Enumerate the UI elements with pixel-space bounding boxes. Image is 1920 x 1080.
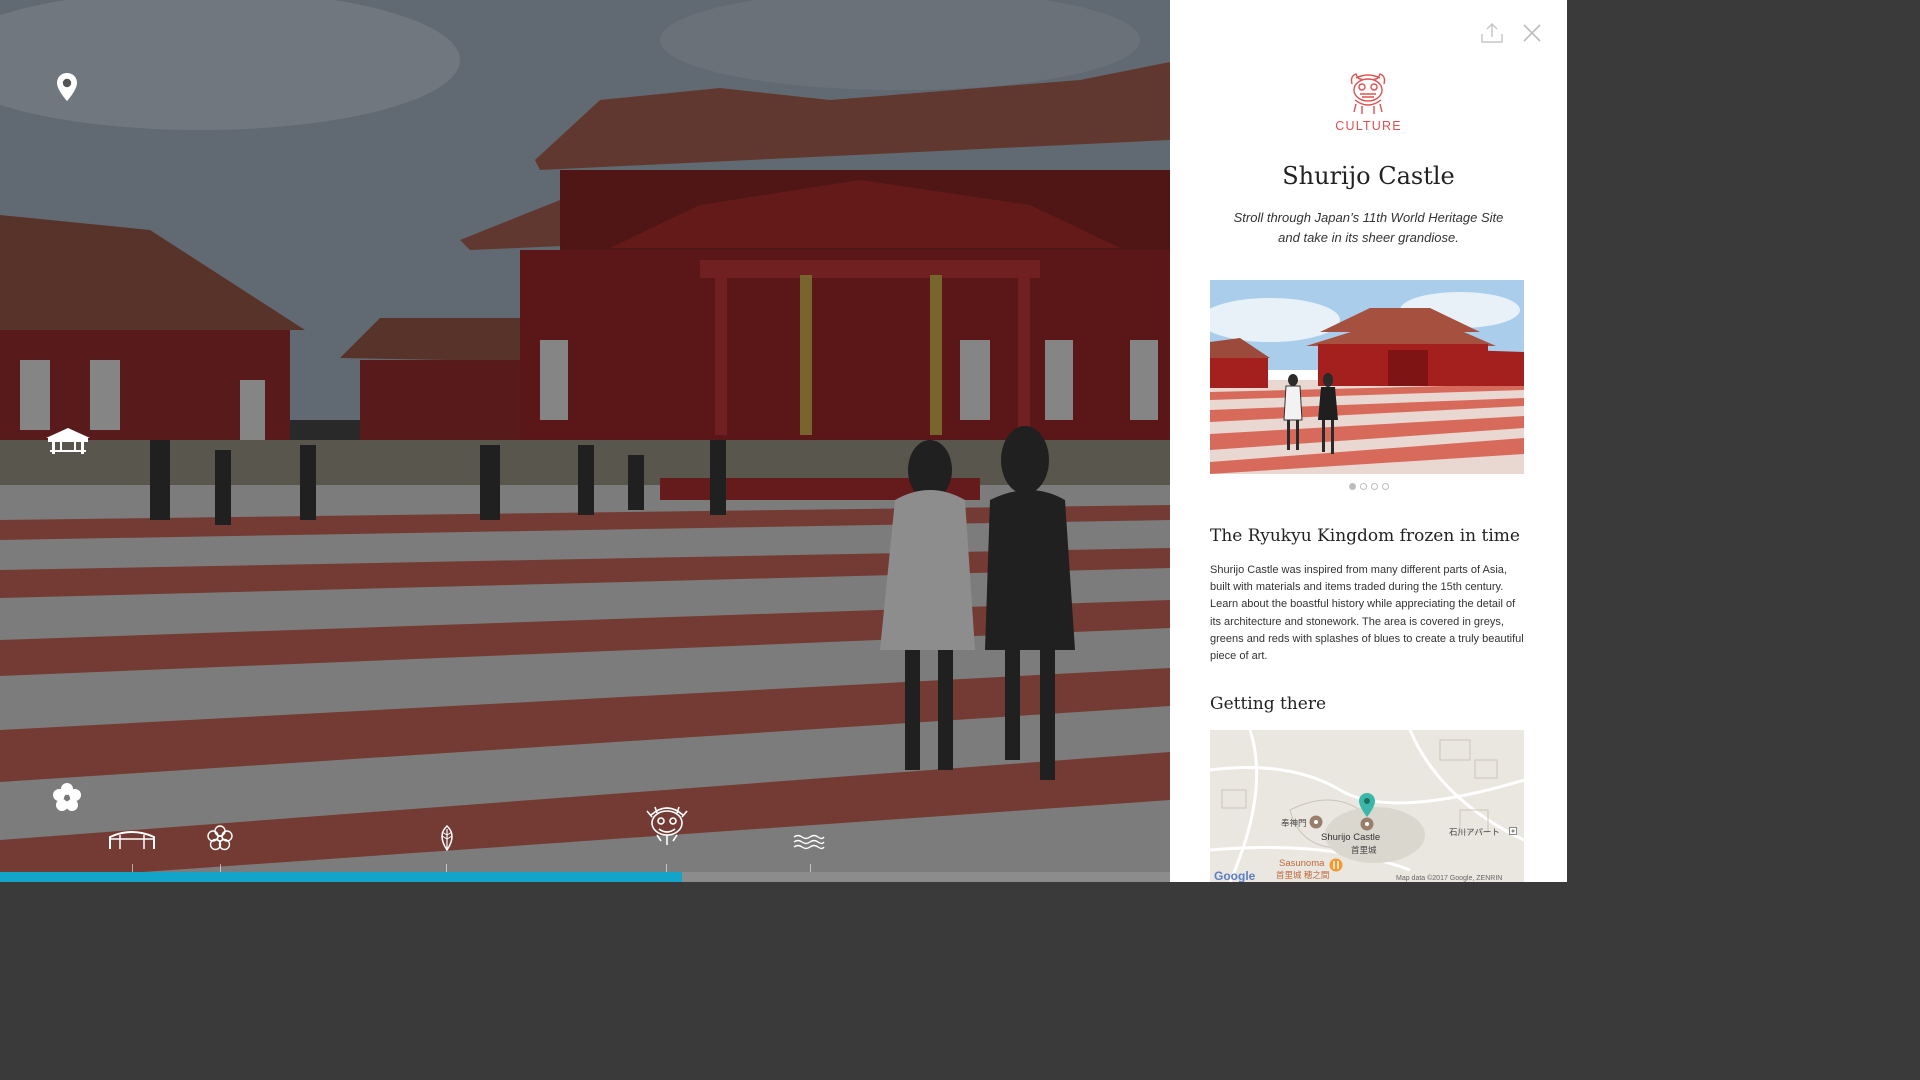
scene-view xyxy=(0,0,1170,882)
flower-icon[interactable] xyxy=(207,825,233,856)
map-label-castle-en: Shurijo Castle xyxy=(1321,832,1381,843)
share-icon[interactable] xyxy=(1480,22,1504,44)
map-label-restaurant-en: Sasunoma xyxy=(1279,858,1325,869)
bridge-icon[interactable] xyxy=(108,829,156,856)
building-poi-icon xyxy=(1509,827,1517,835)
timeline-tick xyxy=(132,864,133,872)
timeline-tick xyxy=(810,864,811,872)
place-subtitle: Stroll through Japan’s 11th World Herita… xyxy=(1233,210,1504,245)
gallery-photo[interactable] xyxy=(1210,280,1524,474)
pavilion-icon[interactable] xyxy=(44,426,92,456)
google-logo: Google xyxy=(1214,869,1256,882)
map-label-castle-jp: 首里城 xyxy=(1351,845,1377,855)
waves-icon[interactable] xyxy=(793,833,825,856)
shisa-lion-icon xyxy=(1346,70,1390,116)
leaf-icon[interactable] xyxy=(437,824,457,856)
gallery-dot[interactable] xyxy=(1370,483,1378,490)
hibiscus-icon[interactable] xyxy=(53,783,81,811)
category-label: CULTURE xyxy=(1335,119,1402,133)
timeline-progress-track[interactable] xyxy=(0,872,1170,882)
map-label-apartment: 石川アパート xyxy=(1449,827,1500,837)
timeline-progress-fill xyxy=(0,872,683,882)
section-body: Shurijo Castle was inspired from many di… xyxy=(1210,564,1524,663)
gallery-dot[interactable] xyxy=(1381,483,1389,490)
map-attribution: Map data ©2017 Google, ZENRIN xyxy=(1396,875,1503,882)
map-marker-icon[interactable] xyxy=(1358,792,1376,818)
section-heading: The Ryukyu Kingdom frozen in time xyxy=(1210,526,1520,546)
map-label-restaurant-jp: 首里城 穂之間 xyxy=(1276,870,1330,880)
location-pin-icon[interactable] xyxy=(55,72,79,102)
gallery-pagination xyxy=(1170,483,1567,490)
restaurant-poi-icon[interactable] xyxy=(1329,858,1343,872)
place-title: Shurijo Castle xyxy=(1282,162,1455,190)
gate-poi-icon[interactable] xyxy=(1309,815,1323,829)
getting-there-heading: Getting there xyxy=(1210,694,1327,714)
shisa-dragon-icon[interactable] xyxy=(643,801,691,852)
detail-panel: CULTURE Shurijo Castle Stroll through Ja… xyxy=(1170,0,1567,882)
timeline-tick xyxy=(666,864,667,872)
dim-overlay xyxy=(0,0,1170,882)
gallery-dot[interactable] xyxy=(1348,483,1356,490)
close-icon[interactable] xyxy=(1523,24,1541,42)
timeline-tick xyxy=(446,864,447,872)
castle-poi-icon[interactable] xyxy=(1360,817,1374,831)
map-label-gate: 奉神門 xyxy=(1281,818,1307,828)
timeline-tick xyxy=(220,864,221,872)
location-map[interactable]: 奉神門 Shurijo Castle 首里城 石川アパート Sasunoma 首… xyxy=(1210,730,1524,882)
gallery-dot[interactable] xyxy=(1359,483,1367,490)
